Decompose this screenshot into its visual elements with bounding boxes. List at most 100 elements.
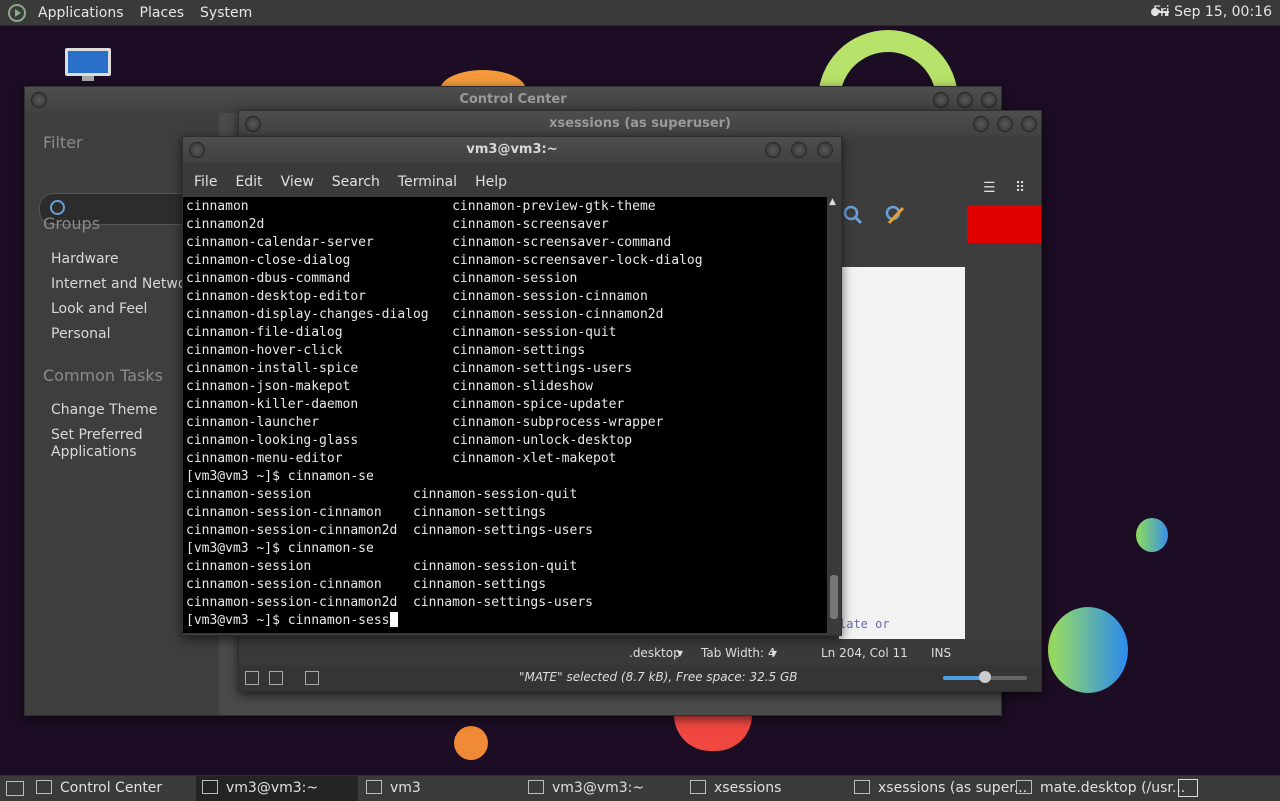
chevron-down-icon: ▾ — [677, 646, 684, 660]
folder-home-icon — [366, 780, 382, 794]
close-button[interactable] — [1021, 116, 1037, 132]
tree-pane-icon[interactable] — [269, 671, 283, 685]
terminal-line: cinnamon-install-spice cinnamon-settings… — [186, 361, 633, 376]
group-hardware[interactable]: Hardware — [51, 251, 119, 267]
search-icon[interactable] — [843, 205, 863, 225]
filter-heading: Filter — [43, 133, 83, 152]
terminal-line: cinnamon-json-makepot cinnamon-slideshow — [186, 379, 593, 394]
top-panel: Applications Places System Fri Sep 15, 0… — [0, 0, 1280, 26]
terminal-scrollbar[interactable]: ▲ — [827, 197, 841, 633]
maximize-button[interactable] — [957, 92, 973, 108]
task-terminal-active[interactable]: vm3@vm3:~ — [196, 776, 358, 801]
task-label: Control Center — [60, 780, 163, 796]
file-manager-statusbar: "MATE" selected (8.7 kB), Free space: 32… — [239, 665, 1041, 691]
task-vm3-home[interactable]: vm3 — [366, 776, 516, 801]
terminal-line: cinnamon-session-cinnamon2d cinnamon-set… — [186, 595, 593, 610]
task-label: vm3@vm3:~ — [226, 780, 319, 796]
search-replace-icon[interactable] — [885, 205, 905, 225]
places-pane-icon[interactable] — [245, 671, 259, 685]
terminal-line: cinnamon-calendar-server cinnamon-screen… — [186, 235, 672, 250]
task-label: vm3 — [390, 780, 421, 796]
mate-logo-icon[interactable] — [8, 3, 26, 22]
window-menu-button[interactable] — [189, 142, 205, 158]
maximize-button[interactable] — [791, 142, 807, 158]
syntax-selector[interactable]: .desktop — [629, 646, 681, 660]
menu-places[interactable]: Places — [132, 5, 193, 21]
scrollbar-thumb[interactable] — [830, 575, 838, 619]
terminal-line: cinnamon2d cinnamon-screensaver — [186, 217, 609, 232]
menu-edit[interactable]: Edit — [226, 174, 271, 190]
terminal-line: cinnamon-close-dialog cinnamon-screensav… — [186, 253, 703, 268]
insert-mode: INS — [931, 646, 952, 660]
menu-view[interactable]: View — [272, 174, 323, 190]
workspace-switcher[interactable] — [1178, 779, 1198, 797]
menu-help[interactable]: Help — [466, 174, 516, 190]
xsessions-titlebar[interactable]: xsessions (as superuser) — [239, 111, 1041, 137]
text-editor-icon — [1016, 780, 1032, 794]
terminal-line: cinnamon-display-changes-dialog cinnamon… — [186, 307, 664, 322]
terminal-prompt: [vm3@vm3 ~]$ cinnamon-sess — [186, 613, 390, 628]
close-pane-icon[interactable] — [305, 671, 319, 685]
terminal-line: cinnamon-session cinnamon-session-quit — [186, 559, 578, 574]
task-xsessions-superuser[interactable]: xsessions (as super... — [854, 776, 1027, 801]
scroll-up-icon[interactable]: ▲ — [829, 197, 836, 207]
maximize-button[interactable] — [997, 116, 1013, 132]
window-menu-button[interactable] — [245, 116, 261, 132]
terminal-line: cinnamon-file-dialog cinnamon-session-qu… — [186, 325, 617, 340]
clock[interactable]: Fri Sep 15, 00:16 — [1153, 4, 1272, 20]
show-desktop-icon[interactable] — [6, 781, 24, 796]
folder-icon — [690, 780, 706, 794]
menu-file[interactable]: File — [185, 174, 226, 190]
zoom-slider-fill — [943, 676, 983, 680]
folder-icon — [854, 780, 870, 794]
minimize-button[interactable] — [933, 92, 949, 108]
zoom-slider-handle[interactable] — [979, 671, 991, 683]
window-menu-button[interactable] — [31, 92, 47, 108]
terminal-line: cinnamon-hover-click cinnamon-settings — [186, 343, 586, 358]
terminal-line: [vm3@vm3 ~]$ cinnamon-se — [186, 541, 374, 556]
terminal-line: [vm3@vm3 ~]$ cinnamon-se — [186, 469, 374, 484]
common-tasks-heading: Common Tasks — [43, 366, 164, 385]
task-label: vm3@vm3:~ — [552, 780, 645, 796]
wallpaper-green-blue-ellipse — [1048, 607, 1128, 693]
task-set-preferred[interactable]: Set Preferred — [51, 427, 143, 443]
task-mate-desktop-editor[interactable]: mate.desktop (/usr... — [1016, 776, 1185, 801]
menu-terminal[interactable]: Terminal — [389, 174, 466, 190]
tab-width-selector[interactable]: Tab Width: 4 — [701, 646, 775, 660]
group-look-and-feel[interactable]: Look and Feel — [51, 301, 147, 317]
group-personal[interactable]: Personal — [51, 326, 111, 342]
terminal-line: cinnamon-session-cinnamon cinnamon-setti… — [186, 505, 547, 520]
group-internet-network[interactable]: Internet and Network — [51, 276, 200, 292]
task-terminal[interactable]: vm3@vm3:~ — [528, 776, 678, 801]
menu-system[interactable]: System — [192, 5, 260, 21]
task-xsessions[interactable]: xsessions — [690, 776, 840, 801]
terminal-menubar: File Edit View Search Terminal Help — [183, 167, 841, 197]
minimize-button[interactable] — [973, 116, 989, 132]
editor-text-area[interactable] — [839, 267, 965, 639]
task-label: mate.desktop (/usr... — [1040, 780, 1186, 796]
terminal-line: cinnamon cinnamon-preview-gtk-theme — [186, 199, 656, 214]
computer-icon[interactable] — [64, 47, 112, 83]
task-control-center[interactable]: Control Center — [36, 776, 194, 801]
terminal-output: cinnamon cinnamon-preview-gtk-theme cinn… — [186, 198, 703, 630]
terminal-line: cinnamon-dbus-command cinnamon-session — [186, 271, 578, 286]
list-view-icon[interactable]: ☰ — [983, 180, 1003, 196]
editor-statusbar: .desktop ▾ Tab Width: 4 ▾ Ln 204, Col 11… — [239, 641, 1041, 665]
menu-applications[interactable]: Applications — [30, 5, 132, 21]
close-button[interactable] — [817, 142, 833, 158]
terminal-screen[interactable]: cinnamon cinnamon-preview-gtk-theme cinn… — [183, 197, 827, 633]
minimize-button[interactable] — [765, 142, 781, 158]
zoom-slider[interactable] — [943, 671, 1027, 683]
close-button[interactable] — [981, 92, 997, 108]
terminal-line: cinnamon-session-cinnamon cinnamon-setti… — [186, 577, 547, 592]
highlight-bar — [967, 205, 1041, 243]
task-set-preferred-applications[interactable]: Applications — [51, 444, 137, 460]
taskbar: Control Center vm3@vm3:~ vm3 vm3@vm3:~ x… — [0, 775, 1280, 801]
terminal-line: cinnamon-session cinnamon-session-quit — [186, 487, 578, 502]
compact-view-icon[interactable]: ⠿ — [1015, 180, 1035, 196]
menu-search[interactable]: Search — [323, 174, 389, 190]
control-center-icon — [36, 780, 52, 794]
wallpaper-red-half — [674, 715, 752, 751]
terminal-titlebar[interactable]: vm3@vm3:~ — [183, 137, 841, 163]
task-change-theme[interactable]: Change Theme — [51, 402, 157, 418]
